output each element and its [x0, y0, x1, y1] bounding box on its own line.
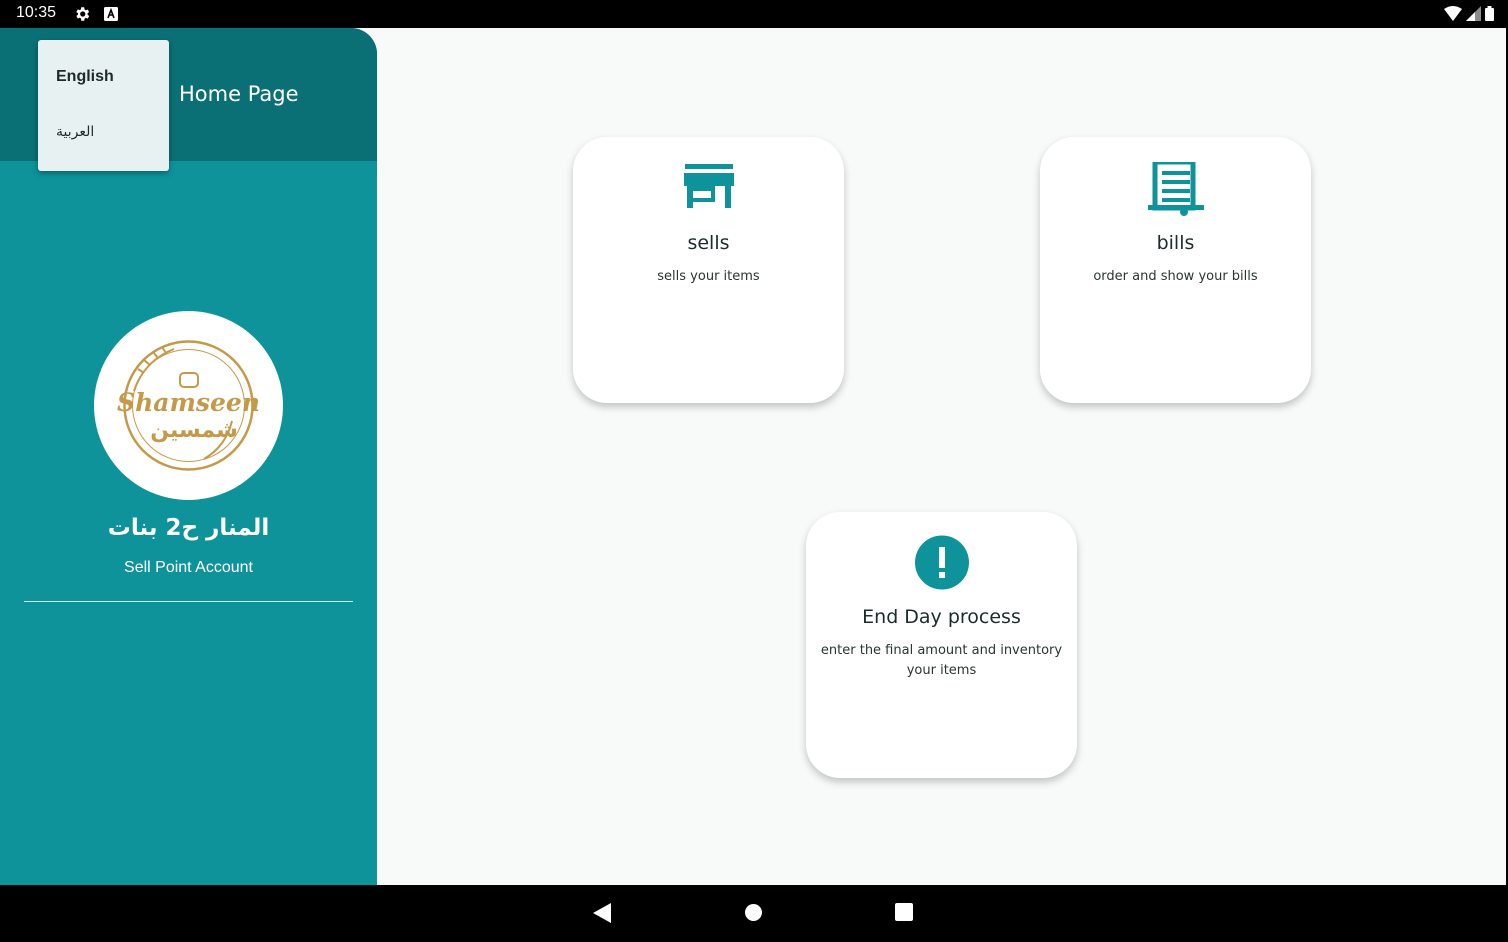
bills-card-title: bills	[1156, 232, 1195, 254]
drawer-divider	[24, 601, 353, 602]
sells-card-description: sells your items	[657, 269, 760, 284]
recents-icon[interactable]	[895, 903, 913, 921]
system-nav-bar	[0, 885, 1508, 942]
home-icon[interactable]	[744, 903, 763, 922]
account-name: المنار ح2 بنات	[107, 515, 270, 541]
svg-text:شمسين: شمسين	[150, 418, 238, 443]
wifi-icon	[1444, 6, 1462, 21]
store-icon	[683, 164, 734, 208]
language-option-english[interactable]: English	[56, 68, 114, 86]
language-option-arabic[interactable]: العربية	[56, 124, 94, 140]
sells-card-title: sells	[687, 232, 730, 254]
alert-icon	[914, 535, 969, 590]
account-type: Sell Point Account	[124, 559, 253, 576]
end-day-card-description: enter the final amount and inventory you…	[820, 643, 1063, 678]
sells-card[interactable]: sells sells your items	[573, 137, 844, 403]
battery-icon	[1485, 6, 1494, 21]
gear-icon	[76, 7, 90, 21]
drawer-title: Home Page	[179, 82, 299, 106]
end-day-card-title: End Day process	[862, 606, 1021, 628]
status-bar: 10:35	[0, 0, 1508, 28]
app-content: Home Page Shamseen شمسين المنار ح2 بنات …	[0, 28, 1506, 885]
status-time: 10:35	[16, 4, 57, 21]
bills-card[interactable]: bills order and show your bills	[1040, 137, 1311, 403]
receipt-icon	[1147, 162, 1204, 216]
signal-icon	[1466, 6, 1481, 21]
back-icon[interactable]	[593, 903, 611, 923]
end-day-card[interactable]: End Day process enter the final amount a…	[806, 512, 1077, 778]
keyboard-a-icon	[104, 7, 118, 21]
svg-text:Shamseen: Shamseen	[117, 388, 260, 417]
bills-card-description: order and show your bills	[1093, 269, 1258, 284]
language-menu: English العربية	[38, 40, 169, 171]
shamseen-logo-icon: Shamseen شمسين	[117, 340, 260, 471]
company-logo: Shamseen شمسين	[94, 311, 283, 500]
